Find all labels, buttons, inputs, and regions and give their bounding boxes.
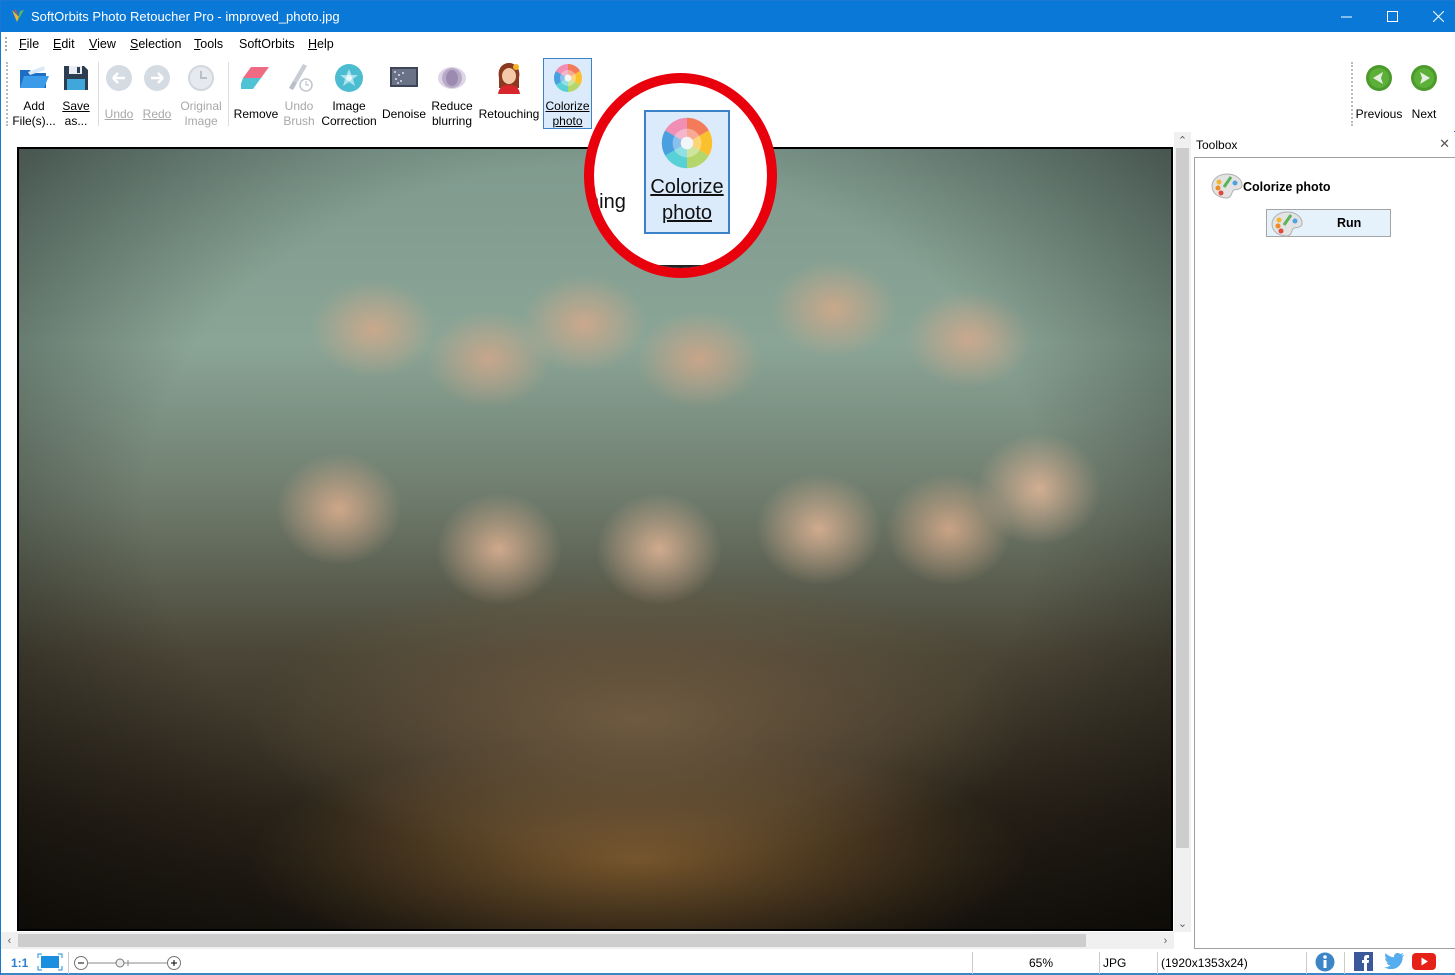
arrow-right-icon — [144, 65, 170, 91]
maximize-icon — [1386, 11, 1398, 22]
noise-icon — [390, 67, 418, 87]
title-bar: SoftOrbits Photo Retoucher Pro - improve… — [1, 1, 1455, 32]
toolbar-grip[interactable] — [6, 62, 8, 126]
image-format: JPG — [1103, 956, 1127, 970]
photo-image[interactable] — [17, 147, 1173, 931]
callout-divider — [634, 265, 734, 268]
floppy-disk-icon — [64, 65, 88, 90]
aperture-icon — [335, 63, 363, 92]
window-title: SoftOrbits Photo Retoucher Pro - improve… — [31, 9, 340, 24]
menu-file[interactable]: File — [19, 37, 39, 51]
menu-tools[interactable]: Tools — [194, 37, 223, 51]
menu-view[interactable]: View — [89, 37, 116, 51]
status-separator — [972, 952, 973, 974]
color-wheel-icon — [553, 64, 582, 92]
toolbar-separator — [98, 62, 99, 126]
save-as-button[interactable]: Save as... — [57, 58, 95, 129]
facebook-icon[interactable] — [1354, 952, 1373, 971]
twitter-icon[interactable] — [1384, 953, 1405, 970]
palette-icon — [1271, 211, 1303, 237]
green-left-arrow-icon — [1366, 65, 1392, 91]
horizontal-scroll-thumb[interactable] — [18, 934, 1086, 947]
maximize-button[interactable] — [1369, 1, 1415, 32]
eraser-icon — [241, 67, 269, 89]
menu-bar: File Edit View Selection Tools SoftOrbit… — [1, 32, 1455, 56]
color-wheel-icon — [661, 117, 713, 169]
photo-vignette — [19, 149, 1171, 929]
next-button[interactable]: Next — [1405, 58, 1443, 129]
minimize-icon — [1340, 16, 1352, 18]
menu-help[interactable]: Help — [308, 37, 334, 51]
brush-clock-icon — [289, 63, 313, 92]
highlight-callout: hing Colorize photo — [584, 73, 777, 278]
close-icon — [1432, 11, 1444, 22]
status-separator — [1157, 952, 1158, 974]
scroll-left-icon[interactable]: ‹ — [1, 932, 18, 949]
actual-size-button[interactable]: 1:1 — [11, 956, 28, 970]
toolbox-close-icon[interactable]: ✕ — [1439, 136, 1450, 152]
face-icon — [498, 63, 520, 94]
minimize-button[interactable] — [1323, 1, 1369, 32]
image-correction-button[interactable]: Image Correction — [319, 58, 379, 129]
app-window: SoftOrbits Photo Retoucher Pro - improve… — [0, 0, 1455, 975]
vertical-scrollbar[interactable]: ⌃ ⌄ — [1174, 132, 1191, 932]
undo-button[interactable]: Undo — [102, 58, 136, 129]
close-button[interactable] — [1415, 1, 1455, 32]
scroll-down-icon[interactable]: ⌄ — [1174, 915, 1191, 932]
original-image-button[interactable]: Original Image — [177, 58, 225, 129]
denoise-button[interactable]: Denoise — [381, 58, 427, 129]
toolbox-content — [1194, 157, 1455, 949]
status-separator — [68, 952, 69, 974]
scroll-right-icon[interactable]: › — [1157, 932, 1174, 949]
toolbox-panel: Toolbox ✕ Colorize photo Run — [1191, 132, 1455, 949]
undo-brush-button[interactable]: Undo Brush — [281, 58, 317, 129]
scroll-up-icon[interactable]: ⌃ — [1174, 132, 1191, 149]
fit-to-window-icon[interactable] — [37, 953, 63, 971]
toolbar-separator — [228, 62, 229, 126]
open-folder-icon — [20, 65, 49, 88]
zoom-percent: 65% — [1029, 956, 1054, 970]
previous-button[interactable]: Previous — [1356, 58, 1402, 129]
clock-icon — [188, 64, 214, 91]
retouching-button[interactable]: Retouching — [477, 58, 541, 129]
colorize-photo-button[interactable]: Colorize photo — [543, 58, 592, 129]
run-button[interactable]: Run — [1266, 209, 1391, 237]
info-icon[interactable] — [1315, 952, 1335, 972]
blur-icon — [438, 66, 466, 89]
redo-button[interactable]: Redo — [140, 58, 174, 129]
run-button-label: Run — [1337, 216, 1362, 230]
app-logo-icon — [12, 10, 24, 22]
nav-toolbar-grip[interactable] — [1351, 62, 1353, 126]
tool-name-label: Colorize photo — [1243, 180, 1331, 194]
green-right-arrow-icon — [1411, 65, 1437, 91]
add-files-button[interactable]: Add File(s)... — [12, 58, 56, 129]
zoom-slider[interactable] — [73, 955, 183, 971]
callout-colorize-button: Colorize photo — [644, 110, 730, 234]
callout-partial-label: hing — [588, 191, 626, 213]
vertical-scroll-thumb[interactable] — [1176, 148, 1189, 848]
remove-button[interactable]: Remove — [232, 58, 280, 129]
menu-softorbits[interactable]: SoftOrbits — [239, 37, 295, 51]
image-dimensions: (1920x1353x24) — [1161, 956, 1248, 970]
reduce-blurring-button[interactable]: Reduce blurring — [429, 58, 475, 129]
menu-edit[interactable]: Edit — [53, 37, 75, 51]
status-separator — [1344, 952, 1345, 974]
horizontal-scrollbar[interactable]: ‹ › — [1, 932, 1174, 949]
arrow-left-icon — [106, 65, 132, 91]
menu-grip[interactable] — [5, 37, 7, 51]
zoom-slider-thumb — [115, 958, 125, 968]
youtube-icon[interactable] — [1412, 953, 1436, 970]
toolbox-title: Toolbox — [1196, 138, 1238, 152]
status-bar: 1:1 65% JPG (1920x1353x24) — [1, 949, 1455, 975]
menu-selection[interactable]: Selection — [130, 37, 181, 51]
palette-icon — [1211, 173, 1243, 199]
status-separator — [1099, 952, 1100, 974]
status-separator — [1306, 952, 1307, 974]
